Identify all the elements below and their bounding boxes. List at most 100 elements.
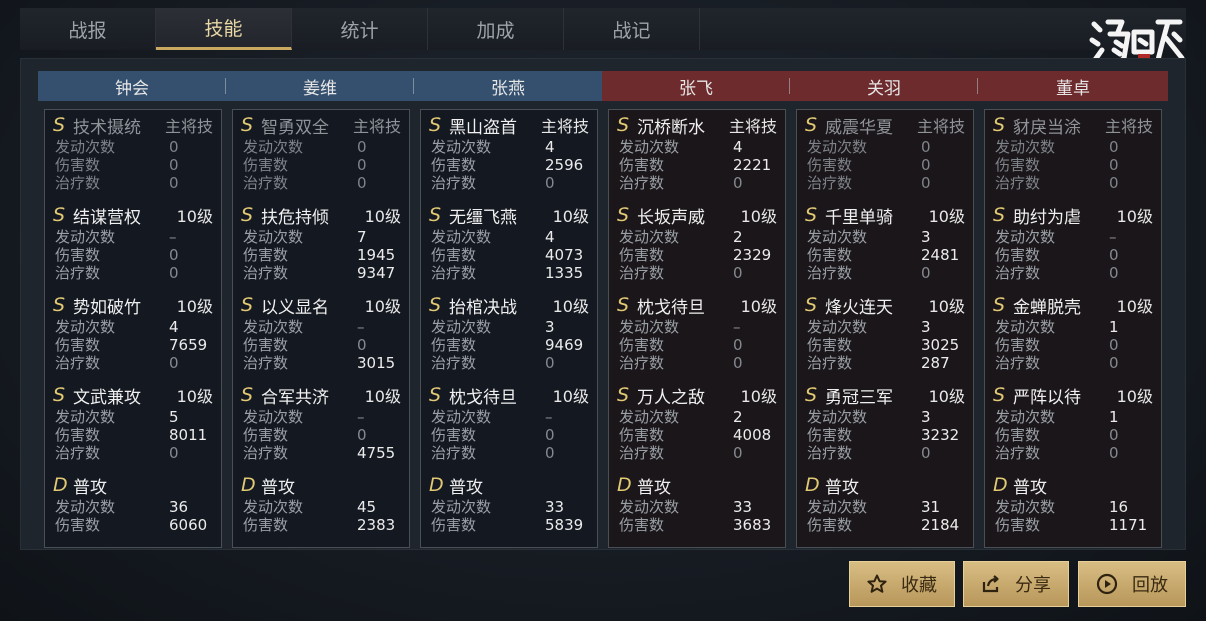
skill-block: D 普攻 发动次数 31 伤害数 2184	[805, 472, 965, 562]
skill-header: S 威震华夏 主将技	[805, 112, 965, 138]
hero-name-label: 张燕	[491, 78, 525, 99]
skill-grade: S	[241, 294, 254, 316]
tab-battle-log[interactable]: 战记	[564, 8, 700, 50]
damage-count-label: 伤害数	[807, 336, 853, 354]
trigger-count-value: 4	[733, 138, 743, 156]
skill-name: 枕戈待旦	[637, 297, 705, 318]
stat-row: 发动次数 36	[53, 498, 213, 516]
skill-block: S 威震华夏 主将技 发动次数 0 伤害数 0 治疗数 0	[805, 112, 965, 202]
skill-block: S 长坂声威 10级 发动次数 2 伤害数 2329 治疗数 0	[617, 202, 777, 292]
heal-count-label: 治疗数	[243, 174, 289, 192]
share-button-label: 分享	[1015, 575, 1051, 596]
tab-statistics[interactable]: 统计	[292, 8, 428, 50]
skill-level: 主将技	[540, 117, 589, 136]
skill-header: S 文武兼攻 10级	[53, 382, 213, 408]
skill-grade: S	[241, 384, 254, 406]
stat-row: 伤害数 0	[993, 426, 1153, 444]
trigger-count-value: 4	[545, 138, 555, 156]
heal-count-value: 0	[733, 264, 743, 282]
skill-block: S 文武兼攻 10级 发动次数 5 伤害数 8011 治疗数 0	[53, 382, 213, 472]
damage-count-value: 0	[357, 156, 367, 174]
stat-row: 伤害数 0	[53, 156, 213, 174]
damage-count-value: 6060	[169, 516, 208, 534]
skill-block: D 普攻 发动次数 33 伤害数 3683	[617, 472, 777, 562]
share-icon	[982, 575, 999, 593]
stat-row: 发动次数 33	[617, 498, 777, 516]
hero-skill-column: S 技术摄统 主将技 发动次数 0 伤害数 0 治疗数 0 S 结谋营权 10级 发动次数 – 伤害数 0 治疗…	[44, 109, 222, 548]
damage-count-value: 4008	[733, 426, 772, 444]
trigger-count-label: 发动次数	[995, 318, 1056, 336]
skill-level: 主将技	[1104, 117, 1153, 136]
stat-row: 治疗数 4755	[241, 444, 401, 462]
skill-header: S 长坂声威 10级	[617, 202, 777, 228]
skill-header: S 千里单骑 10级	[805, 202, 965, 228]
stat-row: 伤害数 0	[429, 426, 589, 444]
skill-header: S 助纣为虐 10级	[993, 202, 1153, 228]
stat-row: 发动次数 16	[993, 498, 1153, 516]
skill-name: 技术摄统	[73, 117, 141, 138]
skill-grade: S	[993, 204, 1006, 226]
damage-count-label: 伤害数	[243, 246, 289, 264]
stat-row: 发动次数 4	[429, 138, 589, 156]
heal-count-label: 治疗数	[995, 354, 1041, 372]
trigger-count-value: 3	[921, 318, 931, 336]
trigger-count-value: 36	[169, 498, 189, 516]
stat-row: 治疗数 3015	[241, 354, 401, 372]
tab-bar: 战报 技能 统计 加成 战记	[20, 8, 1186, 50]
stat-row: 伤害数 3683	[617, 516, 777, 534]
skill-columns: S 技术摄统 主将技 发动次数 0 伤害数 0 治疗数 0 S 结谋营权 10级 发动次数 – 伤害数 0 治疗…	[44, 109, 1172, 548]
trigger-count-value: 45	[357, 498, 377, 516]
tab-skills[interactable]: 技能	[156, 8, 292, 50]
stat-row: 治疗数 0	[53, 444, 213, 462]
skill-grade: D	[993, 474, 1008, 496]
heal-count-label: 治疗数	[243, 444, 289, 462]
damage-count-value: 0	[733, 336, 743, 354]
skill-header: S 严阵以待 10级	[993, 382, 1153, 408]
tab-bonus[interactable]: 加成	[428, 8, 564, 50]
heal-count-value: 287	[921, 354, 950, 372]
favorite-button[interactable]: 收藏	[849, 561, 955, 607]
stat-row: 伤害数 0	[241, 336, 401, 354]
share-button[interactable]: 分享	[963, 561, 1069, 607]
tab-battle-report[interactable]: 战报	[20, 8, 156, 50]
trigger-count-value: 4	[545, 228, 555, 246]
stat-row: 发动次数 –	[241, 408, 401, 426]
trigger-count-value: 0	[169, 138, 179, 156]
damage-count-value: 5839	[545, 516, 584, 534]
stat-row: 治疗数 9347	[241, 264, 401, 282]
skill-name: 严阵以待	[1013, 387, 1081, 408]
skill-name: 普攻	[449, 477, 483, 498]
skill-level: 10级	[1116, 297, 1153, 316]
heal-count-label: 治疗数	[995, 264, 1041, 282]
skill-grade: D	[805, 474, 820, 496]
replay-button[interactable]: 回放	[1078, 561, 1186, 607]
stat-row: 治疗数 0	[617, 264, 777, 282]
skill-header: S 黑山盗首 主将技	[429, 112, 589, 138]
damage-count-label: 伤害数	[243, 516, 289, 534]
skill-level: 10级	[176, 297, 213, 316]
damage-count-value: 9469	[545, 336, 584, 354]
heal-count-value: 4755	[357, 444, 396, 462]
damage-count-value: 0	[169, 156, 179, 174]
stat-row: 发动次数 –	[617, 318, 777, 336]
skill-block: S 技术摄统 主将技 发动次数 0 伤害数 0 治疗数 0	[53, 112, 213, 202]
stat-row: 治疗数 0	[993, 264, 1153, 282]
stat-row: 伤害数 4073	[429, 246, 589, 264]
trigger-count-value: –	[1109, 228, 1117, 246]
heal-count-value: 0	[169, 444, 179, 462]
heal-count-value: 0	[733, 354, 743, 372]
damage-count-label: 伤害数	[55, 426, 101, 444]
skill-level: 10级	[928, 207, 965, 226]
damage-count-label: 伤害数	[807, 426, 853, 444]
heal-count-value: 0	[921, 174, 931, 192]
heal-count-value: 0	[733, 444, 743, 462]
hero-name: 关羽	[790, 71, 978, 101]
stat-row: 发动次数 0	[805, 138, 965, 156]
stat-row: 治疗数 0	[241, 174, 401, 192]
stat-row: 发动次数 7	[241, 228, 401, 246]
damage-count-value: 0	[921, 156, 931, 174]
play-icon	[1096, 573, 1118, 595]
skill-header: S 结谋营权 10级	[53, 202, 213, 228]
trigger-count-label: 发动次数	[243, 138, 304, 156]
damage-count-label: 伤害数	[807, 516, 853, 534]
